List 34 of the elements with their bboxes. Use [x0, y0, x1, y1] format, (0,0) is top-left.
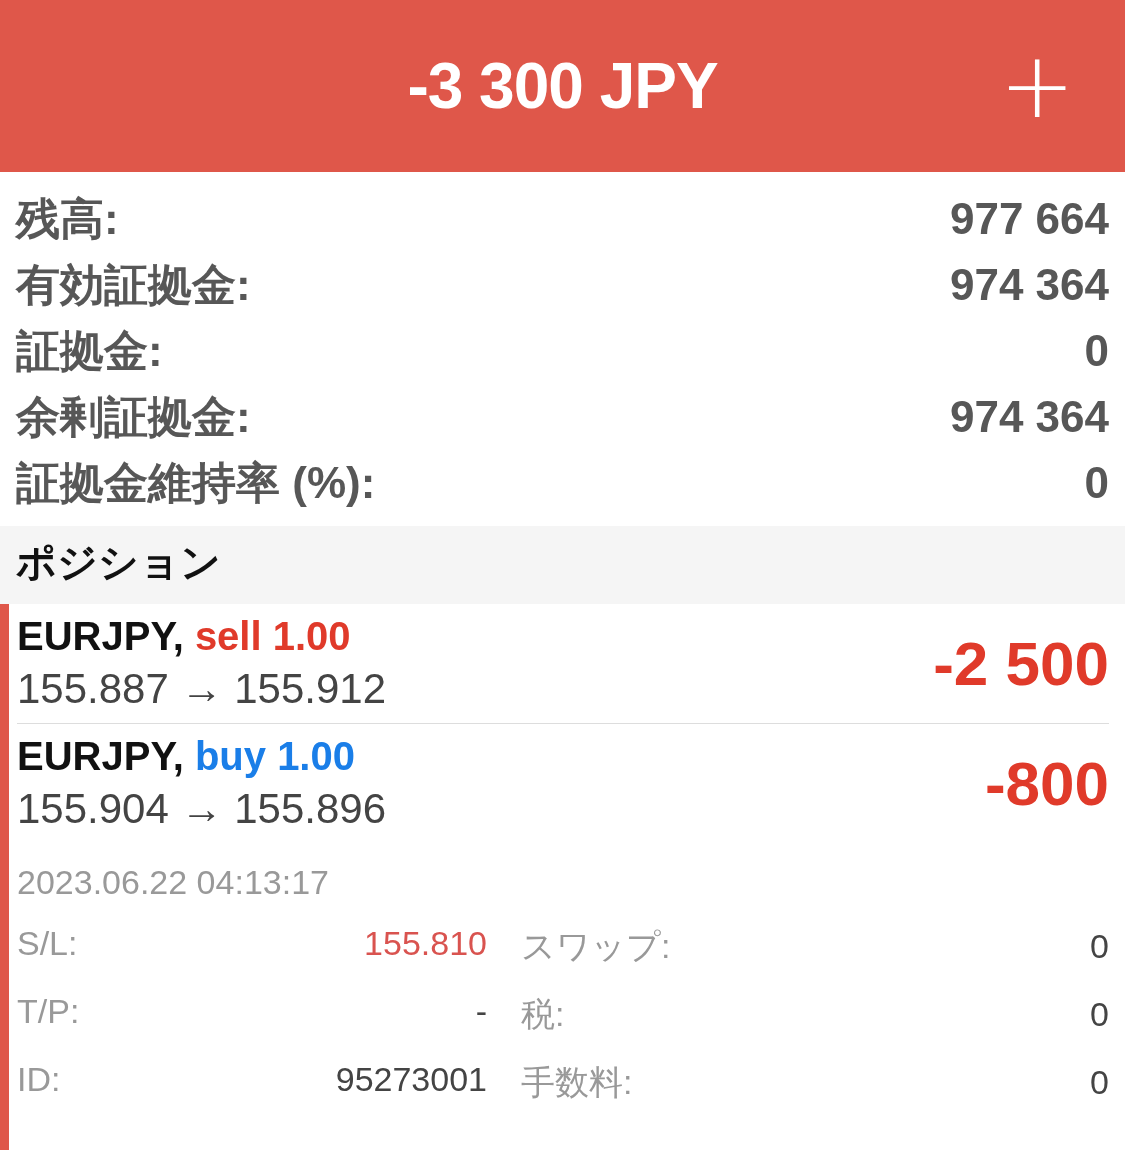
- total-profit: -3 300 JPY: [407, 49, 718, 123]
- position-row[interactable]: EURJPY, buy 1.00 155.904 → 155.896 -800 2023.06.22 04:13:17 S/L: 155.810 スワップ: 0 T/P: - 税: 0 ID: 95273001 手数料: 0: [0, 724, 1125, 1150]
- detail-label: T/P:: [17, 992, 80, 1031]
- add-button[interactable]: +: [989, 41, 1085, 131]
- summary-label: 余剰証拠金:: [16, 390, 251, 443]
- summary-value: 974 364: [949, 392, 1109, 442]
- position-prices: 155.887 → 155.912: [17, 665, 386, 713]
- detail-label: 手数料:: [521, 1062, 633, 1103]
- detail-label: S/L:: [17, 924, 78, 963]
- open-time: 2023.06.22 04:13:17: [17, 863, 330, 902]
- detail-value: 0: [1090, 927, 1109, 966]
- position-profit: -2 500: [933, 628, 1109, 699]
- summary-value: 974 364: [949, 260, 1109, 310]
- detail-value: 95273001: [335, 1060, 487, 1099]
- detail-label: 税:: [521, 994, 565, 1035]
- detail-value: 0: [1090, 1063, 1109, 1102]
- summary-value: 0: [1084, 458, 1109, 508]
- section-title: ポジション: [16, 539, 221, 586]
- summary-label: 有効証拠金:: [16, 258, 251, 311]
- detail-label: スワップ:: [521, 926, 671, 967]
- position-title: EURJPY, sell 1.00: [17, 614, 352, 659]
- summary-label: 残高:: [16, 192, 119, 245]
- summary-label: 証拠金維持率 (%):: [16, 456, 376, 509]
- summary-value: 977 664: [949, 194, 1109, 244]
- detail-value: -: [475, 992, 487, 1031]
- position-title: EURJPY, buy 1.00: [17, 734, 356, 779]
- detail-label: ID:: [17, 1060, 61, 1099]
- position-prices: 155.904 → 155.896: [17, 785, 386, 833]
- detail-value: 155.810: [364, 924, 487, 963]
- position-profit: -800: [984, 748, 1109, 819]
- position-row[interactable]: EURJPY, sell 1.00 155.887 → 155.912 -2 500: [0, 604, 1125, 724]
- detail-value: 0: [1090, 995, 1109, 1034]
- summary-label: 証拠金:: [16, 324, 163, 377]
- summary-value: 0: [1084, 326, 1109, 376]
